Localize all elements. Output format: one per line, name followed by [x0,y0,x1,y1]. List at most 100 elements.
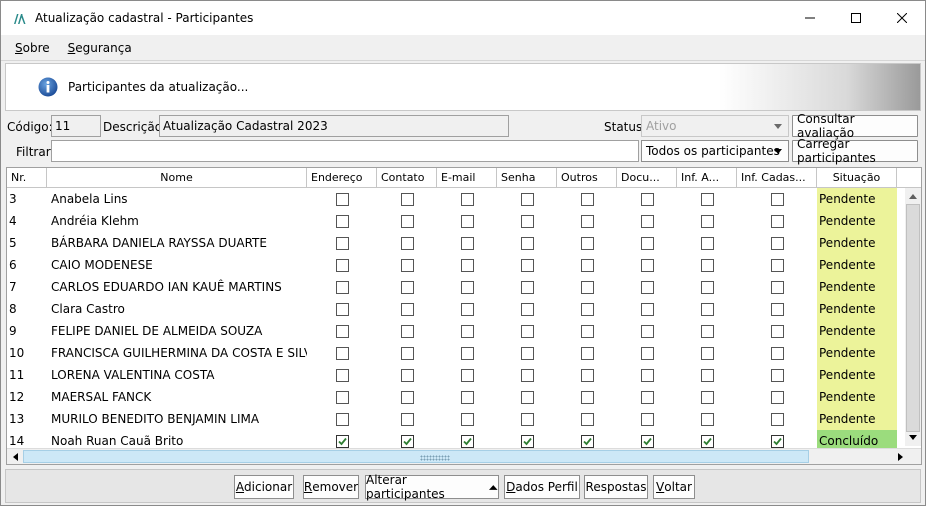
checkbox[interactable] [770,214,784,228]
checkbox[interactable] [640,302,654,316]
scroll-left-icon[interactable] [7,449,23,464]
table-row[interactable]: 7 CARLOS EDUARDO IAN KAUÊ MARTINS Pendente [7,276,907,298]
checkbox[interactable] [335,412,349,426]
checkbox-checked[interactable] [770,434,784,448]
checkbox[interactable] [400,302,414,316]
table-row[interactable]: 13 MURILO BENEDITO BENJAMIN LIMA Pendente [7,408,907,430]
checkbox[interactable] [700,412,714,426]
filtrar-input[interactable] [51,140,639,162]
checkbox-checked[interactable] [580,434,594,448]
respostas-button[interactable]: Respostas [584,475,648,499]
checkbox[interactable] [335,368,349,382]
column-header[interactable]: Nome [47,168,307,188]
checkbox[interactable] [770,280,784,294]
checkbox[interactable] [335,214,349,228]
carregar-participantes-button[interactable]: Carregar participantes [792,137,918,165]
adicionar-button[interactable]: Adicionar [234,475,294,499]
checkbox-checked[interactable] [700,434,714,448]
checkbox-checked[interactable] [335,434,349,448]
checkbox[interactable] [460,412,474,426]
checkbox[interactable] [580,302,594,316]
checkbox[interactable] [400,214,414,228]
checkbox[interactable] [520,412,534,426]
checkbox[interactable] [640,192,654,206]
column-header[interactable]: Inf. A... [677,168,737,188]
table-row[interactable]: 11 LORENA VALENTINA COSTA Pendente [7,364,907,386]
checkbox[interactable] [700,346,714,360]
checkbox[interactable] [400,412,414,426]
checkbox[interactable] [460,368,474,382]
checkbox[interactable] [400,346,414,360]
checkbox[interactable] [400,258,414,272]
checkbox[interactable] [700,302,714,316]
checkbox[interactable] [335,346,349,360]
column-header[interactable]: Nr. [7,168,47,188]
checkbox[interactable] [400,390,414,404]
checkbox[interactable] [400,192,414,206]
checkbox[interactable] [520,346,534,360]
title-bar[interactable]: Atualização cadastral - Participantes [1,1,925,35]
checkbox[interactable] [520,324,534,338]
scroll-down-icon[interactable] [905,430,921,446]
checkbox[interactable] [400,236,414,250]
scroll-up-icon[interactable] [905,188,921,204]
checkbox[interactable] [640,346,654,360]
checkbox[interactable] [335,236,349,250]
checkbox[interactable] [335,192,349,206]
checkbox[interactable] [460,346,474,360]
checkbox[interactable] [580,390,594,404]
checkbox[interactable] [580,258,594,272]
column-header[interactable]: Endereço [307,168,377,188]
checkbox[interactable] [640,368,654,382]
column-header[interactable]: Contato [377,168,437,188]
horizontal-scroll-thumb[interactable] [23,450,809,463]
table-row[interactable]: 4 Andréia Klehm Pendente [7,210,907,232]
voltar-button[interactable]: Voltar [653,475,695,499]
checkbox[interactable] [400,280,414,294]
checkbox[interactable] [700,236,714,250]
checkbox[interactable] [580,280,594,294]
table-row[interactable]: 3 Anabela Lins Pendente [7,188,907,210]
checkbox[interactable] [640,258,654,272]
column-header[interactable]: Docu... [617,168,677,188]
table-row[interactable]: 8 Clara Castro Pendente [7,298,907,320]
descricao-field[interactable]: Atualização Cadastral 2023 [159,115,509,137]
checkbox[interactable] [460,258,474,272]
alterar-participantes-button[interactable]: Alterar participantes [365,473,499,501]
checkbox[interactable] [640,324,654,338]
checkbox[interactable] [520,236,534,250]
checkbox[interactable] [520,192,534,206]
remover-button[interactable]: Remover [303,475,359,499]
horizontal-scrollbar[interactable] [7,448,921,464]
checkbox[interactable] [770,412,784,426]
column-header[interactable]: Situação [817,168,897,188]
checkbox[interactable] [770,258,784,272]
table-row[interactable]: 9 FELIPE DANIEL DE ALMEIDA SOUZA Pendente [7,320,907,342]
checkbox[interactable] [520,302,534,316]
table-row[interactable]: 12 MAERSAL FANCK Pendente [7,386,907,408]
vertical-scrollbar[interactable] [905,188,921,446]
checkbox[interactable] [460,302,474,316]
checkbox[interactable] [335,390,349,404]
checkbox[interactable] [640,412,654,426]
table-row[interactable]: 5 BÁRBARA DANIELA RAYSSA DUARTE Pendente [7,232,907,254]
checkbox[interactable] [770,324,784,338]
table-row[interactable]: 6 CAIO MODENESE Pendente [7,254,907,276]
close-button[interactable] [879,1,925,35]
checkbox[interactable] [770,390,784,404]
checkbox[interactable] [520,280,534,294]
checkbox[interactable] [335,324,349,338]
checkbox[interactable] [700,324,714,338]
consultar-avaliacao-button[interactable]: Consultar avaliação [792,112,918,140]
checkbox[interactable] [580,236,594,250]
column-header[interactable]: Outros [557,168,617,188]
checkbox[interactable] [640,280,654,294]
scroll-right-icon[interactable] [893,449,909,464]
checkbox[interactable] [460,214,474,228]
column-header[interactable]: Senha [497,168,557,188]
checkbox[interactable] [460,324,474,338]
checkbox[interactable] [520,390,534,404]
table-row[interactable]: 10 FRANCISCA GUILHERMINA DA COSTA E SILVA… [7,342,907,364]
checkbox[interactable] [770,346,784,360]
column-header[interactable]: E-mail [437,168,497,188]
